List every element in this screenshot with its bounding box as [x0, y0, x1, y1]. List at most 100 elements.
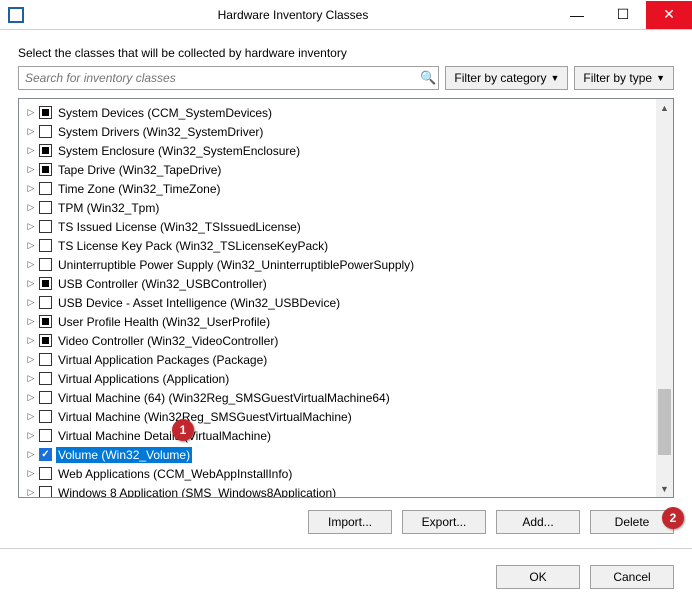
tree-row[interactable]: ▷Virtual Machine (64) (Win32Reg_SMSGuest…: [23, 388, 656, 407]
expand-icon[interactable]: ▷: [25, 392, 37, 403]
tree-row-label[interactable]: System Enclosure (Win32_SystemEnclosure): [56, 143, 302, 159]
filter-category-button[interactable]: Filter by category ▼: [445, 66, 568, 90]
tree-row[interactable]: ▷ Virtual Machine (Win32Reg_SMSGuestVirtu…: [23, 407, 656, 426]
tree-row[interactable]: ▷TPM (Win32_Tpm): [23, 198, 656, 217]
checkbox[interactable]: [39, 429, 52, 442]
checkbox[interactable]: [39, 353, 52, 366]
cancel-button[interactable]: Cancel: [590, 565, 674, 589]
tree-row[interactable]: ▷ USB Controller (Win32_USBController): [23, 274, 656, 293]
checkbox[interactable]: [39, 106, 52, 119]
expand-icon[interactable]: ▷: [25, 316, 37, 327]
tree-row[interactable]: ▷ User Profile Health (Win32_UserProfile): [23, 312, 656, 331]
search-input[interactable]: [19, 71, 418, 85]
checkbox[interactable]: [39, 220, 52, 233]
checkbox[interactable]: [39, 182, 52, 195]
tree-row[interactable]: ▷ Virtual Machine Details (VirtualMachine…: [23, 426, 656, 445]
tree-row[interactable]: ▷ Volume (Win32_Volume): [23, 445, 656, 464]
checkbox[interactable]: [39, 201, 52, 214]
expand-icon[interactable]: ▷: [25, 240, 37, 251]
tree-row-label[interactable]: Virtual Applications (Application): [56, 371, 231, 387]
tree-row[interactable]: ▷ Tape Drive (Win32_TapeDrive): [23, 160, 656, 179]
tree-row[interactable]: ▷Video Controller (Win32_VideoController…: [23, 331, 656, 350]
checkbox[interactable]: [39, 334, 52, 347]
expand-icon[interactable]: ▷: [25, 430, 37, 441]
scroll-thumb[interactable]: [658, 389, 671, 455]
search-icon[interactable]: 🔍: [418, 70, 438, 86]
expand-icon[interactable]: ▷: [25, 278, 37, 289]
expand-icon[interactable]: ▷: [25, 468, 37, 479]
expand-icon[interactable]: ▷: [25, 373, 37, 384]
minimize-button[interactable]: —: [554, 1, 600, 29]
scroll-down-icon[interactable]: ▼: [656, 480, 673, 497]
expand-icon[interactable]: ▷: [25, 145, 37, 156]
tree-row-label[interactable]: User Profile Health (Win32_UserProfile): [56, 314, 272, 330]
expand-icon[interactable]: ▷: [25, 126, 37, 137]
filter-type-button[interactable]: Filter by type ▼: [574, 66, 674, 90]
tree-row[interactable]: ▷ System Enclosure (Win32_SystemEnclosure…: [23, 141, 656, 160]
expand-icon[interactable]: ▷: [25, 335, 37, 346]
tree-row-label[interactable]: System Drivers (Win32_SystemDriver): [56, 124, 265, 140]
checkbox[interactable]: [39, 448, 52, 461]
checkbox[interactable]: [39, 163, 52, 176]
expand-icon[interactable]: ▷: [25, 107, 37, 118]
tree-row[interactable]: ▷ Windows 8 Application (SMS_Windows8Appl…: [23, 483, 656, 497]
checkbox[interactable]: [39, 277, 52, 290]
scrollbar[interactable]: ▲ ▼: [656, 99, 673, 497]
tree-row-label[interactable]: Virtual Machine Details (VirtualMachine): [56, 428, 273, 444]
checkbox[interactable]: [39, 258, 52, 271]
checkbox[interactable]: [39, 125, 52, 138]
checkbox[interactable]: [39, 486, 52, 497]
tree-row-label[interactable]: Time Zone (Win32_TimeZone): [56, 181, 223, 197]
expand-icon[interactable]: ▷: [25, 449, 37, 460]
scroll-up-icon[interactable]: ▲: [656, 99, 673, 116]
tree-row-label[interactable]: Virtual Application Packages (Package): [56, 352, 269, 368]
expand-icon[interactable]: ▷: [25, 487, 37, 497]
tree-row[interactable]: ▷ TS License Key Pack (Win32_TSLicenseKey…: [23, 236, 656, 255]
tree-row-label[interactable]: USB Device - Asset Intelligence (Win32_U…: [56, 295, 342, 311]
expand-icon[interactable]: ▷: [25, 202, 37, 213]
add-button[interactable]: Add...: [496, 510, 580, 534]
checkbox[interactable]: [39, 144, 52, 157]
expand-icon[interactable]: ▷: [25, 183, 37, 194]
tree-row[interactable]: ▷ System Drivers (Win32_SystemDriver): [23, 122, 656, 141]
tree-row-label[interactable]: TS License Key Pack (Win32_TSLicenseKeyP…: [56, 238, 330, 254]
checkbox[interactable]: [39, 296, 52, 309]
import-button[interactable]: Import...: [308, 510, 392, 534]
tree-row[interactable]: ▷ System Devices (CCM_SystemDevices): [23, 103, 656, 122]
close-button[interactable]: ✕: [646, 1, 692, 29]
expand-icon[interactable]: ▷: [25, 354, 37, 365]
tree-row[interactable]: ▷ USB Device - Asset Intelligence (Win32_…: [23, 293, 656, 312]
checkbox[interactable]: [39, 239, 52, 252]
delete-button[interactable]: Delete: [590, 510, 674, 534]
scroll-track[interactable]: [656, 116, 673, 480]
tree-row-label[interactable]: Volume (Win32_Volume): [56, 447, 192, 463]
tree-row-label[interactable]: Tape Drive (Win32_TapeDrive): [56, 162, 223, 178]
tree-row[interactable]: ▷ Virtual Application Packages (Package): [23, 350, 656, 369]
expand-icon[interactable]: ▷: [25, 164, 37, 175]
tree-row-label[interactable]: Uninterruptible Power Supply (Win32_Unin…: [56, 257, 416, 273]
tree-row[interactable]: ▷ Web Applications (CCM_WebAppInstallInfo…: [23, 464, 656, 483]
tree-row[interactable]: ▷ TS Issued License (Win32_TSIssuedLicens…: [23, 217, 656, 236]
tree-row-label[interactable]: Web Applications (CCM_WebAppInstallInfo): [56, 466, 294, 482]
tree-row-label[interactable]: System Devices (CCM_SystemDevices): [56, 105, 274, 121]
tree-row-label[interactable]: TS Issued License (Win32_TSIssuedLicense…: [56, 219, 303, 235]
checkbox[interactable]: [39, 410, 52, 423]
maximize-button[interactable]: ☐: [600, 1, 646, 29]
expand-icon[interactable]: ▷: [25, 411, 37, 422]
tree-row-label[interactable]: Virtual Machine (Win32Reg_SMSGuestVirtua…: [56, 409, 354, 425]
checkbox[interactable]: [39, 372, 52, 385]
tree-row-label[interactable]: Windows 8 Application (SMS_Windows8Appli…: [56, 485, 338, 498]
tree-row[interactable]: ▷ Time Zone (Win32_TimeZone): [23, 179, 656, 198]
checkbox[interactable]: [39, 315, 52, 328]
expand-icon[interactable]: ▷: [25, 259, 37, 270]
tree-row[interactable]: ▷ Uninterruptible Power Supply (Win32_Uni…: [23, 255, 656, 274]
tree-row-label[interactable]: USB Controller (Win32_USBController): [56, 276, 269, 292]
tree-row[interactable]: ▷ Virtual Applications (Application): [23, 369, 656, 388]
expand-icon[interactable]: ▷: [25, 221, 37, 232]
checkbox[interactable]: [39, 391, 52, 404]
checkbox[interactable]: [39, 467, 52, 480]
export-button[interactable]: Export...: [402, 510, 486, 534]
ok-button[interactable]: OK: [496, 565, 580, 589]
expand-icon[interactable]: ▷: [25, 297, 37, 308]
class-list-viewport[interactable]: ▷ System Devices (CCM_SystemDevices) ▷ Syst…: [19, 99, 656, 497]
